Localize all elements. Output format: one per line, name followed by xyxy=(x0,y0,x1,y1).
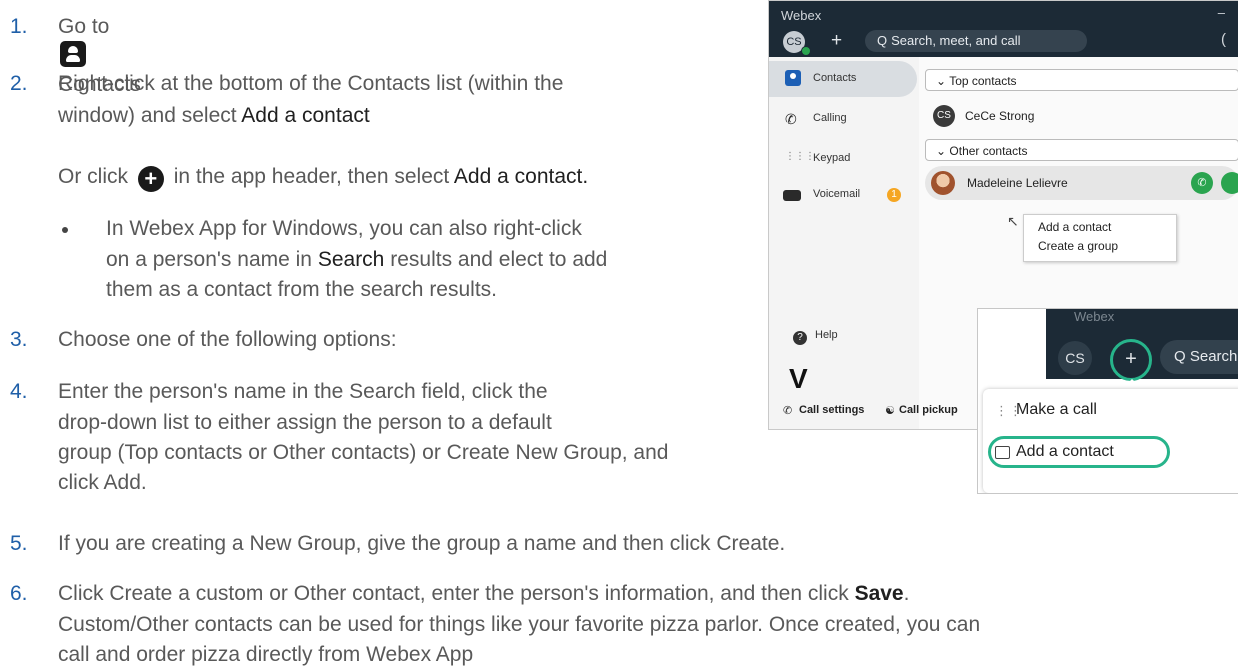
step-text: Or click xyxy=(58,165,128,188)
step-text: . xyxy=(903,582,910,605)
sidebar-item-label: Keypad xyxy=(813,152,851,164)
bullet-text: on a person's name in xyxy=(106,248,312,271)
phone-icon: ✆ xyxy=(785,111,797,127)
search-input[interactable]: Q Search xyxy=(1160,340,1238,374)
menu-item-add-contact[interactable]: Add a contact xyxy=(1016,443,1114,461)
video-icon[interactable] xyxy=(1221,172,1238,194)
sidebar-item-label: Calling xyxy=(813,112,847,124)
avatar xyxy=(931,171,955,195)
step-text: Go to xyxy=(58,15,110,38)
phone-icon[interactable]: ✆ xyxy=(1191,172,1213,194)
add-a-contact-text: Add a contact xyxy=(241,104,370,127)
save-text: Save xyxy=(854,582,904,605)
add-a-contact-text: Add a contact. xyxy=(453,165,589,188)
step-text: Click Create a custom or Other contact, … xyxy=(58,582,849,605)
contact-name[interactable]: CeCe Strong xyxy=(965,109,1034,123)
step-text: group (Top contacts or Other contacts) o… xyxy=(58,441,669,464)
search-icon: Q xyxy=(1174,348,1186,365)
plus-button[interactable]: + xyxy=(1110,339,1152,381)
step-text: in the app header, then select xyxy=(173,165,450,188)
contacts-icon xyxy=(785,70,801,86)
plus-button[interactable]: + xyxy=(831,30,842,52)
step-number: 6. xyxy=(10,582,28,605)
contact-card-icon xyxy=(995,446,1010,459)
bullet-text: them as a contact from the search result… xyxy=(106,278,498,301)
step-text: Custom/Other contacts can be used for th… xyxy=(58,613,981,636)
menu-item-create-group[interactable]: Create a group xyxy=(1038,239,1118,253)
cursor-icon: ↖ xyxy=(1007,213,1019,229)
step-text: Right-click at the bottom of the Contact… xyxy=(58,72,564,95)
list-item[interactable]: Madeleine Lelievre ✆ xyxy=(925,166,1238,200)
contacts-icon xyxy=(60,41,86,67)
step-number: 1. xyxy=(10,15,28,38)
sidebar-item-keypad[interactable]: ⋮⋮⋮ Keypad xyxy=(769,141,917,177)
presence-icon xyxy=(801,46,811,56)
group-top-contacts[interactable]: ⌄ Top contacts xyxy=(925,69,1238,91)
avatar[interactable]: CS xyxy=(1058,341,1092,375)
search-icon: Q xyxy=(877,33,888,48)
bullet-icon xyxy=(62,227,68,233)
step-text: Choose one of the following options: xyxy=(58,328,397,351)
voicemail-badge: 1 xyxy=(887,188,901,202)
step-text: window) and select xyxy=(58,104,237,127)
chevron-down-icon: ⌄ xyxy=(936,74,947,88)
search-text: Search xyxy=(317,248,385,271)
contact-name: Madeleine Lelievre xyxy=(967,176,1068,190)
footer-bar: ✆ Call settings ☯ Call pickup xyxy=(769,393,982,429)
search-input[interactable]: Q Search, meet, and call xyxy=(865,30,1087,52)
keypad-icon: ⋮⋮⋮ xyxy=(785,151,815,162)
app-header: Webex – CS + Q Search, meet, and call ( xyxy=(769,1,1238,57)
call-settings-icon: ✆ xyxy=(783,405,793,417)
menu-item-make-call[interactable]: Make a call xyxy=(1016,401,1097,419)
step-text: If you are creating a New Group, give th… xyxy=(58,532,786,555)
help-icon: ? xyxy=(793,331,807,345)
menu-pointer xyxy=(1122,379,1142,389)
step-text: Enter the person's name in the Search fi… xyxy=(58,380,548,403)
sidebar-item-label: Contacts xyxy=(813,72,857,84)
search-placeholder: Search, meet, and call xyxy=(891,33,1021,48)
sidebar-item-contacts[interactable]: Contacts xyxy=(769,61,917,97)
call-settings-button[interactable]: Call settings xyxy=(799,404,864,416)
step-number: 4. xyxy=(10,380,28,403)
help-link[interactable]: Help xyxy=(815,329,838,341)
context-menu: Add a contact Create a group xyxy=(1023,214,1177,262)
webex-logo: V xyxy=(789,363,808,394)
minimize-button[interactable]: – xyxy=(1218,5,1225,20)
step-text: call and order pizza directly from Webex… xyxy=(58,643,474,666)
call-pickup-icon: ☯ xyxy=(885,405,895,417)
group-label: Other contacts xyxy=(949,144,1028,158)
zoom-inset: Webex CS + Q Search ⋮⋮ Make a call Add a… xyxy=(977,308,1238,494)
bullet-text: In Webex App for Windows, you can also r… xyxy=(106,217,582,240)
app-title: Webex xyxy=(781,8,822,23)
call-pickup-button[interactable]: Call pickup xyxy=(899,404,958,416)
sidebar-item-voicemail[interactable]: Voicemail 1 xyxy=(769,177,917,213)
step-number: 5. xyxy=(10,532,28,555)
app-title: Webex xyxy=(1074,309,1115,324)
voicemail-icon xyxy=(783,190,801,201)
group-label: Top contacts xyxy=(949,74,1017,88)
step-number: 2. xyxy=(10,72,28,95)
header-right-glyph: ( xyxy=(1221,31,1226,48)
avatar: CS xyxy=(933,105,955,127)
step-text: drop-down list to either assign the pers… xyxy=(58,411,552,434)
step-number: 3. xyxy=(10,328,28,351)
plus-circle-icon: + xyxy=(137,166,164,192)
chevron-down-icon: ⌄ xyxy=(936,144,947,158)
menu-item-add-contact[interactable]: Add a contact xyxy=(1038,220,1111,234)
bullet-text: results and elect to add xyxy=(390,248,608,271)
sidebar-item-label: Voicemail xyxy=(813,188,861,200)
step-text: click Add. xyxy=(58,471,147,494)
group-other-contacts[interactable]: ⌄ Other contacts xyxy=(925,139,1238,161)
sidebar-item-calling[interactable]: ✆ Calling xyxy=(769,101,917,137)
search-placeholder: Search xyxy=(1189,348,1238,365)
